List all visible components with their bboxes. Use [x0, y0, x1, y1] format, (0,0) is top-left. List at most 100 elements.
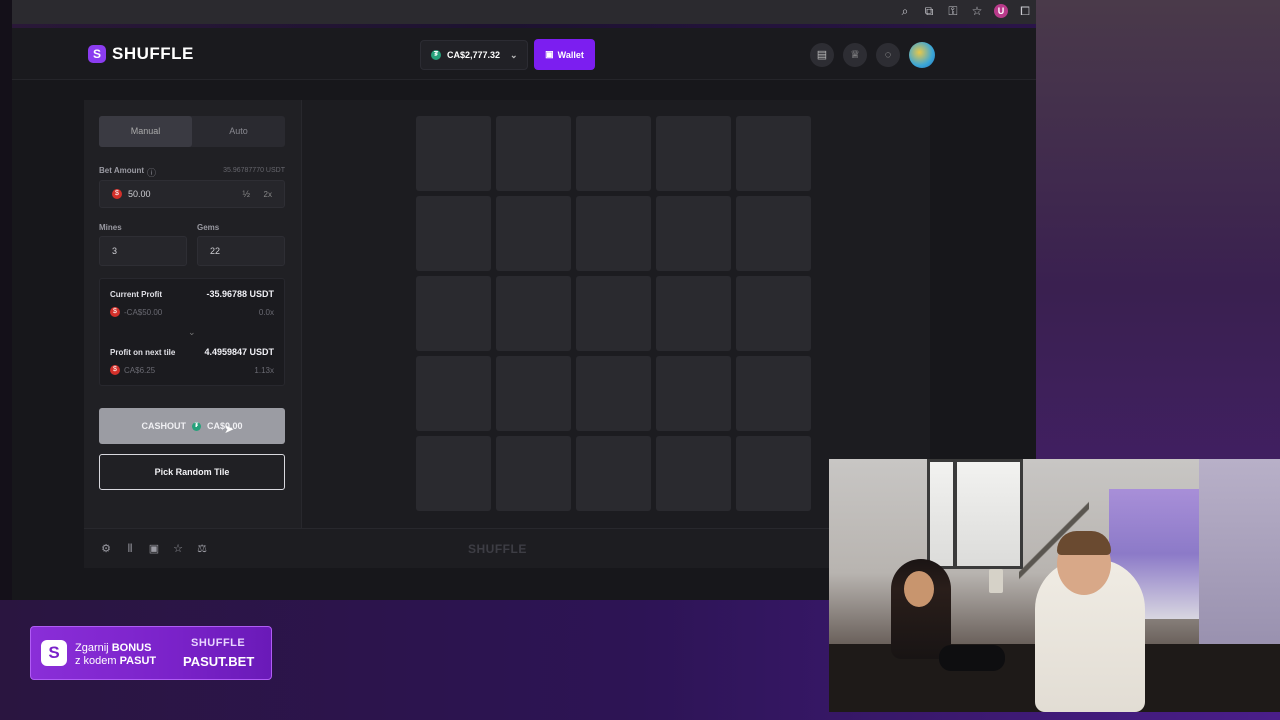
current-profit-cad-value: -CA$50.00	[124, 307, 163, 317]
mine-tile[interactable]	[656, 116, 731, 191]
extension-profile-icon[interactable]: U	[994, 4, 1008, 18]
cad-coin-icon: $	[110, 307, 120, 317]
mines-grid	[416, 116, 811, 511]
mine-tile[interactable]	[576, 276, 651, 351]
extensions-icon[interactable]: ⧠	[1018, 4, 1032, 18]
favorite-star-icon[interactable]: ☆	[172, 543, 184, 555]
promo-line-1: Zgarnij BONUS	[75, 642, 151, 654]
wallet-label: Wallet	[557, 49, 584, 60]
promo-line-1-bold: BONUS	[111, 642, 152, 654]
mouse-cursor-icon: ➤	[224, 422, 235, 436]
promo-line-1-prefix: Zgarnij	[75, 642, 112, 654]
bet-amount-label: Bet Amount	[99, 166, 145, 175]
cashout-button[interactable]: CASHOUT ₮ CA$0.00	[99, 408, 285, 444]
next-tile-usdt: 4.4959847 USDT	[204, 347, 274, 357]
install-app-icon[interactable]: ⧉	[922, 4, 936, 18]
gems-label: Gems	[197, 223, 220, 232]
gems-value: 22	[210, 246, 221, 256]
promo-code: PASUT.BET	[183, 654, 255, 669]
bet-amount-input[interactable]: $ 50.00 ½ 2x	[99, 180, 285, 208]
password-key-icon[interactable]: ⚿	[946, 4, 960, 18]
mine-tile[interactable]	[736, 116, 811, 191]
mine-tile[interactable]	[656, 196, 731, 271]
user-avatar[interactable]	[909, 42, 935, 68]
mine-tile[interactable]	[736, 276, 811, 351]
webcam-person-right-hair	[1057, 531, 1111, 555]
footer-logo: SHUFFLE	[468, 542, 527, 556]
mine-tile[interactable]	[496, 436, 571, 511]
left-backdrop	[0, 0, 12, 600]
pick-random-tile-button[interactable]: Pick Random Tile	[99, 454, 285, 490]
mine-tile[interactable]	[576, 116, 651, 191]
info-icon[interactable]: ⓘ	[147, 166, 156, 179]
fairness-icon[interactable]: ⚖	[196, 543, 208, 555]
webcam-person-left-face	[904, 571, 934, 607]
chevron-down-icon[interactable]: ⌄	[188, 327, 196, 338]
mines-select[interactable]: 3	[99, 236, 187, 266]
promo-line-2-prefix: z kodem	[75, 655, 120, 667]
shuffle-logo-icon: S	[88, 45, 106, 63]
next-tile-multiplier: 1.13x	[254, 366, 274, 375]
mine-tile[interactable]	[576, 196, 651, 271]
mines-game: Manual Auto Bet Amount ⓘ 35.96787770 USD…	[84, 100, 930, 568]
webcam-window-frame	[953, 459, 957, 569]
browser-toolbar: ⌕ ⧉ ⚿ ☆ U ⧠	[12, 0, 1036, 24]
profit-panel: Current Profit -35.96788 USDT $ -CA$50.0…	[99, 278, 285, 386]
mine-tile[interactable]	[736, 436, 811, 511]
mine-tile[interactable]	[496, 276, 571, 351]
logo-text: SHUFFLE	[112, 44, 194, 63]
usdt-icon: ₮	[431, 50, 441, 60]
notes-icon[interactable]: ▤	[810, 43, 834, 67]
half-bet-button[interactable]: ½	[242, 189, 250, 199]
zoom-icon[interactable]: ⌕	[898, 4, 912, 18]
current-profit-usdt: -35.96788 USDT	[206, 289, 274, 299]
mine-tile[interactable]	[656, 436, 731, 511]
chevron-down-icon: ⌄	[510, 49, 518, 60]
mine-tile[interactable]	[736, 196, 811, 271]
next-tile-cad: $ CA$6.25	[110, 365, 155, 375]
stats-icon[interactable]: ⦀	[124, 543, 136, 555]
tab-manual[interactable]: Manual	[99, 116, 192, 147]
promo-banner: S Zgarnij BONUS z kodem PASUT SHUFFLE PA…	[30, 626, 272, 680]
mine-tile[interactable]	[656, 276, 731, 351]
mine-tile[interactable]	[496, 196, 571, 271]
webcam-microphone	[939, 645, 1005, 671]
game-footer: ⚙ ⦀ ▣ ☆ ⚖ SHUFFLE	[84, 528, 930, 568]
gems-field: 22	[197, 236, 285, 266]
bookmark-star-icon[interactable]: ☆	[970, 4, 984, 18]
mine-tile[interactable]	[576, 356, 651, 431]
mine-tile[interactable]	[496, 116, 571, 191]
settings-icon[interactable]: ⚙	[100, 543, 112, 555]
webcam-window	[927, 459, 1023, 569]
cad-coin-icon: $	[110, 365, 120, 375]
mine-tile[interactable]	[656, 356, 731, 431]
promo-brand: SHUFFLE	[191, 637, 246, 649]
mine-tile[interactable]	[576, 436, 651, 511]
mine-tile[interactable]	[496, 356, 571, 431]
chat-icon[interactable]: ◌	[876, 43, 900, 67]
mines-value: 3	[112, 246, 118, 256]
current-profit-label: Current Profit	[110, 290, 162, 299]
wallet-icon: ▣	[545, 49, 554, 59]
next-tile-label: Profit on next tile	[110, 348, 176, 357]
balance-selector[interactable]: ₮ CA$2,777.32 ⌄	[420, 40, 528, 70]
mine-tile[interactable]	[736, 356, 811, 431]
mine-tile[interactable]	[416, 196, 491, 271]
wallet-button[interactable]: ▣ Wallet	[534, 39, 595, 70]
mine-tile[interactable]	[416, 356, 491, 431]
bet-amount-value: 50.00	[128, 189, 151, 199]
theatre-mode-icon[interactable]: ▣	[148, 543, 160, 555]
mode-tabs: Manual Auto	[99, 116, 285, 147]
rewards-icon[interactable]: ♕	[843, 43, 867, 67]
double-bet-button[interactable]: 2x	[264, 190, 272, 199]
site-logo[interactable]: S SHUFFLE	[88, 44, 194, 64]
mine-tile[interactable]	[416, 276, 491, 351]
mine-tile[interactable]	[416, 436, 491, 511]
webcam-overlay	[829, 459, 1280, 712]
top-navigation: S SHUFFLE ₮ CA$2,777.32 ⌄ ▣ Wallet ▤ ♕ ◌	[12, 28, 1036, 80]
bet-sidebar: Manual Auto Bet Amount ⓘ 35.96787770 USD…	[84, 100, 302, 528]
tab-auto[interactable]: Auto	[192, 116, 285, 147]
mines-label: Mines	[99, 223, 122, 232]
mine-tile[interactable]	[416, 116, 491, 191]
promo-line-2-bold: PASUT	[119, 655, 157, 667]
